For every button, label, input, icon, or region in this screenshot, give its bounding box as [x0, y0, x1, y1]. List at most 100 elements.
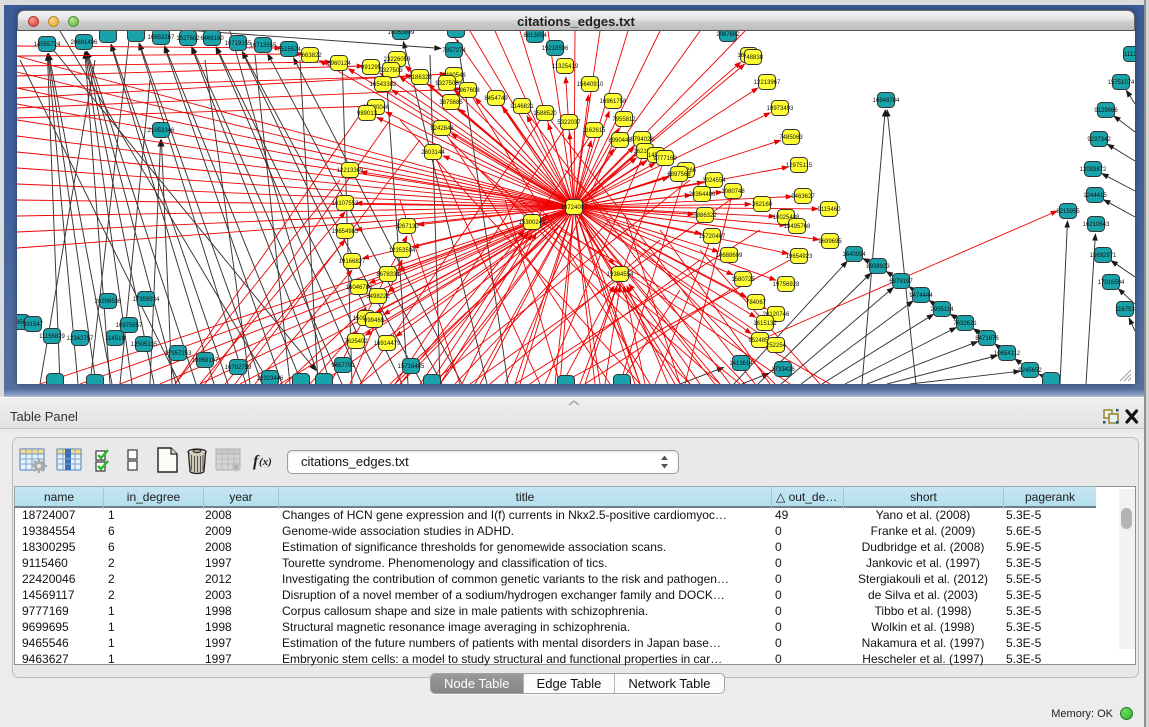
svg-text:12353594: 12353594 — [389, 248, 416, 254]
svg-text:9457791: 9457791 — [331, 363, 355, 369]
svg-text:7663822: 7663822 — [298, 53, 322, 59]
svg-text:391547: 391547 — [23, 322, 44, 328]
svg-text:9699695: 9699695 — [818, 239, 842, 245]
svg-text:5322037: 5322037 — [557, 120, 581, 126]
svg-text:116753: 116753 — [1115, 307, 1135, 313]
svg-text:9245652: 9245652 — [1018, 368, 1042, 374]
svg-text:10688609: 10688609 — [716, 253, 743, 259]
svg-text:1080748: 1080748 — [721, 189, 745, 195]
svg-text:9327503: 9327503 — [379, 68, 403, 74]
svg-text:3024554: 3024554 — [702, 178, 726, 184]
svg-text:10719155: 10719155 — [225, 41, 252, 47]
svg-text:15692971: 15692971 — [1090, 253, 1117, 259]
svg-text:2087682: 2087682 — [716, 32, 740, 38]
svg-text:362160: 362160 — [752, 202, 773, 208]
svg-text:7955812: 7955812 — [612, 117, 636, 123]
svg-text:6794028: 6794028 — [630, 137, 654, 143]
svg-text:16713555: 16713555 — [250, 43, 277, 49]
svg-text:10975857: 10975857 — [116, 323, 143, 329]
svg-text:12342757: 12342757 — [67, 336, 94, 342]
svg-text:6466160: 6466160 — [200, 36, 224, 42]
svg-text:3267130: 3267130 — [395, 224, 419, 230]
svg-text:14055724: 14055724 — [34, 42, 61, 48]
svg-text:12093872: 12093872 — [1080, 167, 1107, 173]
svg-text:16543382: 16543382 — [370, 82, 397, 88]
svg-text:8471676: 8471676 — [975, 336, 999, 342]
svg-text:12213967: 12213967 — [754, 80, 781, 86]
svg-text:20364486: 20364486 — [689, 192, 716, 198]
svg-text:1580725: 1580725 — [731, 277, 755, 283]
svg-text:7357274: 7357274 — [442, 48, 466, 54]
svg-text:3498222: 3498222 — [366, 294, 390, 300]
svg-text:19756928: 19756928 — [773, 282, 800, 288]
svg-text:3875685: 3875685 — [439, 100, 463, 106]
svg-text:7485063: 7485063 — [779, 135, 803, 141]
svg-text:7632621: 7632621 — [953, 321, 977, 327]
svg-text:1162615: 1162615 — [583, 128, 607, 134]
svg-text:18724007: 18724007 — [561, 205, 588, 211]
svg-text:17359934: 17359934 — [133, 297, 160, 303]
svg-text:(x): (x) — [259, 456, 272, 468]
svg-text:8960124: 8960124 — [327, 61, 351, 67]
svg-text:9327508: 9327508 — [435, 81, 459, 87]
svg-text:19654923: 19654923 — [786, 254, 813, 260]
svg-text:2867608: 2867608 — [456, 88, 480, 94]
svg-text:8990448: 8990448 — [608, 138, 632, 144]
svg-text:2935114: 2935114 — [931, 307, 955, 313]
svg-text:11325419: 11325419 — [552, 64, 579, 70]
svg-text:8454749: 8454749 — [484, 96, 508, 102]
svg-text:1588520: 1588520 — [533, 111, 557, 117]
svg-text:8678334: 8678334 — [376, 272, 400, 278]
svg-text:748838: 748838 — [743, 55, 764, 61]
svg-text:9777169: 9777169 — [653, 156, 677, 162]
svg-text:20206536: 20206536 — [95, 299, 122, 305]
svg-text:1640954: 1640954 — [842, 252, 866, 258]
svg-text:9115460: 9115460 — [818, 207, 842, 213]
svg-text:19384554: 19384554 — [607, 272, 634, 278]
svg-text:1615132: 1615132 — [753, 321, 777, 327]
svg-text:6897568: 6897568 — [667, 172, 691, 178]
svg-text:16914479: 16914479 — [374, 341, 401, 347]
svg-text:9129966: 9129966 — [1094, 108, 1118, 114]
svg-text:16648784: 16648784 — [873, 98, 900, 104]
svg-text:15751074: 15751074 — [1108, 80, 1135, 86]
svg-text:7886322: 7886322 — [693, 213, 717, 219]
svg-text:10958107: 10958107 — [192, 358, 219, 364]
svg-text:989013: 989013 — [357, 111, 378, 117]
svg-text:17016504: 17016504 — [1098, 280, 1125, 286]
svg-text:10653267: 10653267 — [148, 35, 175, 41]
svg-text:16210643: 16210643 — [1083, 222, 1110, 228]
svg-text:7625402: 7625402 — [344, 339, 368, 345]
svg-text:19654985: 19654985 — [332, 229, 359, 235]
svg-text:1527602: 1527602 — [176, 36, 200, 42]
svg-text:10973493: 10973493 — [767, 106, 794, 112]
svg-text:10654112: 10654112 — [994, 351, 1021, 357]
svg-text:15720407: 15720407 — [699, 234, 726, 240]
svg-text:15300243: 15300243 — [519, 220, 546, 226]
svg-text:12505135: 12505135 — [131, 342, 158, 348]
svg-text:11124: 11124 — [1124, 52, 1135, 58]
svg-text:8938923: 8938923 — [866, 264, 890, 270]
svg-text:1244415: 1244415 — [1083, 193, 1107, 199]
svg-text:9242848: 9242848 — [430, 126, 454, 132]
svg-text:9463627: 9463627 — [791, 194, 815, 200]
svg-text:8215955: 8215955 — [1056, 209, 1080, 215]
svg-text:8813054: 8813054 — [523, 33, 547, 39]
svg-text:19218506: 19218506 — [542, 46, 569, 52]
svg-text:15640910: 15640910 — [577, 82, 604, 88]
svg-text:784067: 784067 — [746, 300, 767, 306]
svg-text:20691406: 20691406 — [71, 40, 98, 46]
svg-text:18495768: 18495768 — [784, 224, 811, 230]
svg-text:12213369: 12213369 — [337, 168, 364, 174]
svg-text:9474444: 9474444 — [909, 293, 933, 299]
svg-text:9146821: 9146821 — [510, 104, 534, 110]
svg-text:252254: 252254 — [766, 343, 787, 349]
svg-text:16961758: 16961758 — [600, 99, 627, 105]
svg-text:11156829: 11156829 — [39, 334, 65, 340]
svg-text:15716485: 15716485 — [398, 364, 425, 370]
svg-text:099469: 099469 — [364, 318, 385, 324]
svg-text:9227342: 9227342 — [1087, 137, 1111, 143]
svg-text:19166827: 19166827 — [339, 259, 366, 265]
svg-text:21053346: 21053346 — [148, 128, 175, 134]
svg-text:6879197: 6879197 — [889, 279, 913, 285]
